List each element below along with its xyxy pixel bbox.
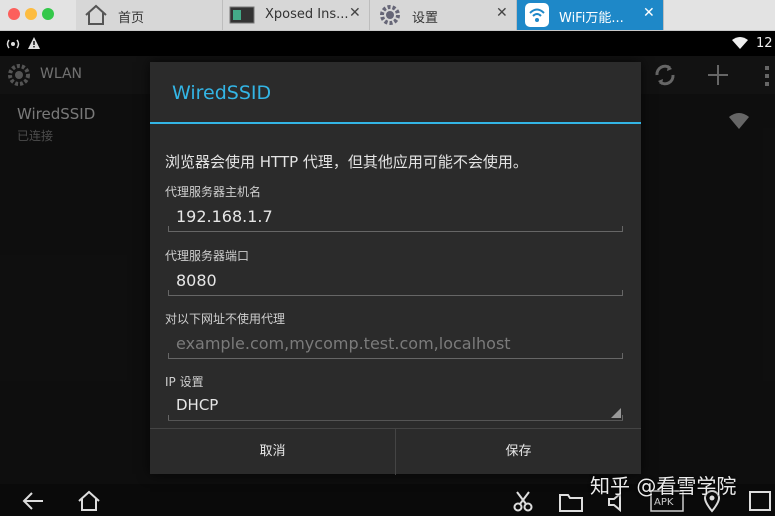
bypass-list-input[interactable]: example.com,mycomp.test.com,localhost — [168, 334, 623, 359]
screen-capture-icon[interactable] — [748, 490, 772, 512]
home-icon — [85, 4, 107, 25]
maximize-window-button[interactable] — [42, 8, 54, 20]
proxy-port-value: 8080 — [176, 271, 217, 290]
bypass-list-label: 对以下网址不使用代理 — [165, 312, 286, 326]
scissors-icon[interactable] — [512, 490, 534, 512]
dialog-message: 浏览器会使用 HTTP 代理，但其他应用可能不会使用。 — [165, 153, 528, 171]
ip-settings-select[interactable]: DHCP — [168, 396, 623, 421]
close-window-button[interactable] — [8, 8, 20, 20]
gear-icon — [380, 5, 400, 25]
clock: 12 — [756, 36, 773, 51]
proxy-host-value: 192.168.1.7 — [176, 207, 273, 226]
minimize-window-button[interactable] — [25, 8, 37, 20]
cancel-button[interactable]: 取消 — [150, 429, 396, 475]
tab-settings[interactable]: 设置 ✕ — [370, 0, 517, 30]
wifi-app-icon — [525, 3, 549, 27]
dialog-title: WiredSSID — [172, 82, 272, 104]
folder-icon[interactable] — [559, 492, 583, 512]
close-tab-icon[interactable]: ✕ — [496, 5, 508, 21]
tab-xposed[interactable]: Xposed Ins... ✕ — [223, 0, 370, 30]
close-tab-icon[interactable]: ✕ — [643, 5, 655, 21]
tab-xposed-label: Xposed Ins... — [265, 7, 349, 22]
status-bar: 12 — [0, 31, 775, 56]
dialog-button-row: 取消 保存 — [150, 428, 641, 475]
tab-home[interactable]: 首页 — [76, 0, 223, 30]
proxy-host-input[interactable]: 192.168.1.7 — [168, 207, 623, 232]
save-button[interactable]: 保存 — [396, 429, 641, 475]
signal-broadcast-icon — [6, 39, 20, 49]
bypass-list-placeholder: example.com,mycomp.test.com,localhost — [176, 334, 511, 353]
close-tab-icon[interactable]: ✕ — [349, 5, 361, 21]
warning-icon — [28, 37, 40, 49]
back-icon[interactable] — [22, 491, 44, 511]
proxy-host-label: 代理服务器主机名 — [165, 185, 262, 199]
ip-settings-label: IP 设置 — [165, 375, 204, 389]
tab-home-label: 首页 — [118, 11, 145, 26]
tab-wifi-app[interactable]: WiFi万能... ✕ — [517, 0, 664, 30]
wifi-status-icon — [732, 37, 748, 49]
dialog-title-divider — [150, 122, 641, 124]
app-thumbnail-icon — [229, 6, 255, 24]
proxy-port-input[interactable]: 8080 — [168, 271, 623, 296]
proxy-dialog: WiredSSID 浏览器会使用 HTTP 代理，但其他应用可能不会使用。 代理… — [150, 62, 641, 475]
dropdown-corner-icon — [611, 408, 621, 418]
home-nav-icon[interactable] — [77, 490, 101, 512]
tab-wifi-app-label: WiFi万能... — [559, 11, 624, 26]
proxy-port-label: 代理服务器端口 — [165, 249, 250, 263]
ip-settings-value: DHCP — [176, 396, 219, 414]
window-tab-bar: 首页 Xposed Ins... ✕ 设置 ✕ WiFi万能... ✕ — [0, 0, 775, 31]
tab-settings-label: 设置 — [412, 11, 439, 26]
watermark: 知乎 @看雪学院 — [590, 474, 737, 498]
